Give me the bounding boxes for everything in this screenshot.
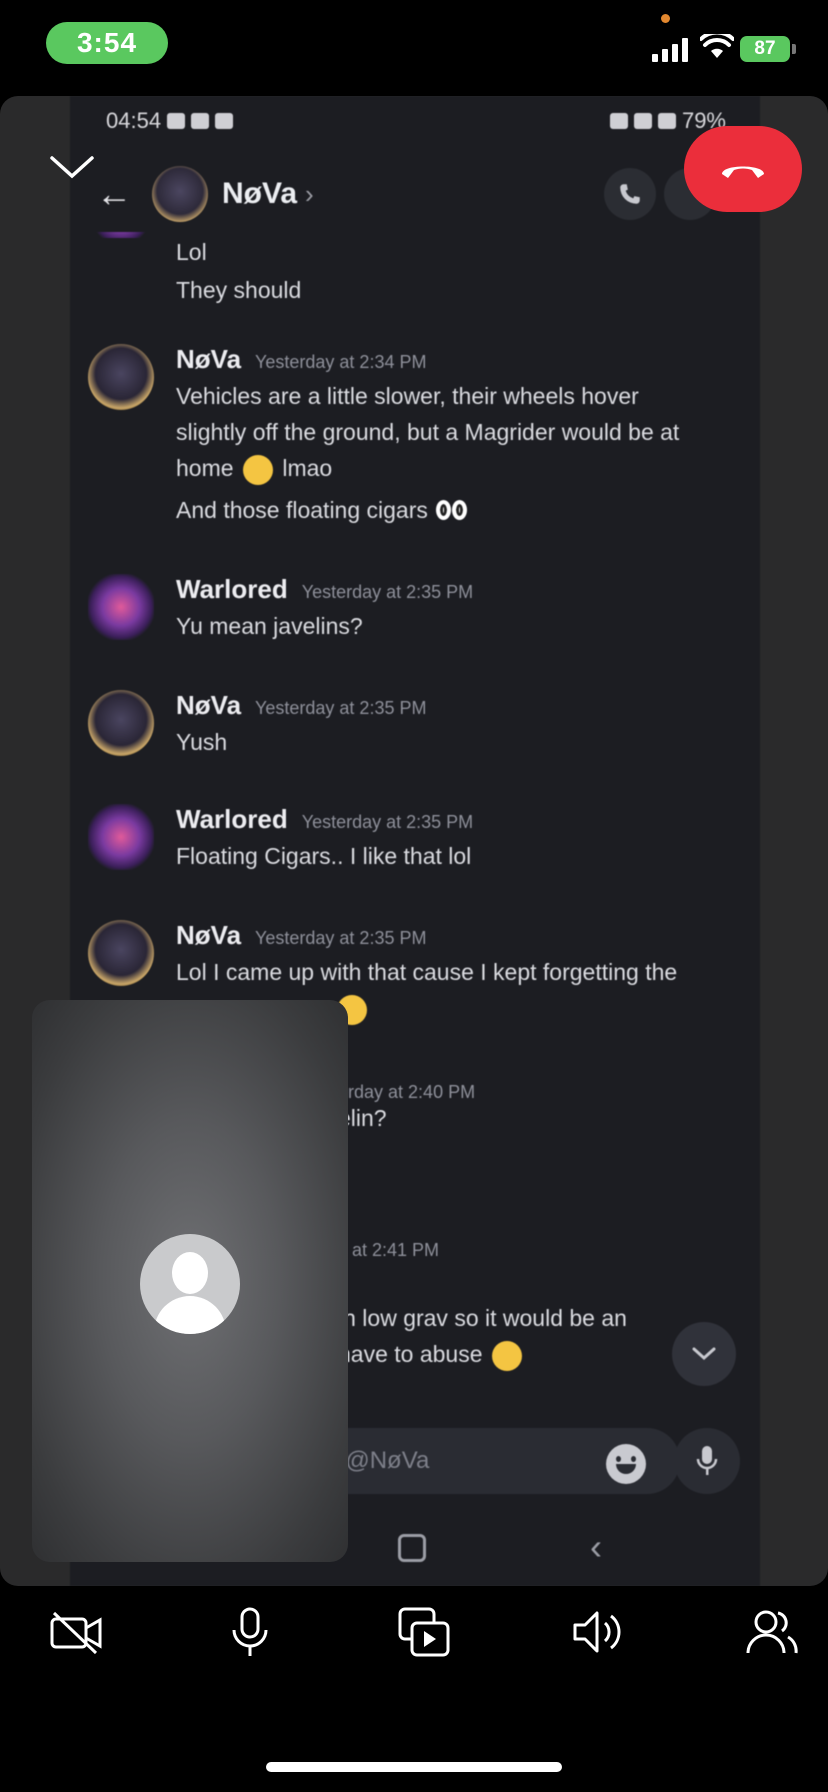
share-screen-icon[interactable] [394,1602,454,1662]
chevron-down-icon[interactable] [48,150,96,186]
scroll-to-bottom-button[interactable] [672,1322,736,1386]
message-header: Warlored Yesterday at 2:35 PM [176,574,473,605]
mute-icon [633,113,652,129]
avatar[interactable] [88,690,154,756]
emoji-icon[interactable] [606,1444,646,1484]
youtube-notification-icon [215,113,234,129]
message-header: NøVa Yesterday at 2:35 PM [176,690,426,721]
nav-back-icon[interactable]: ‹ [590,1526,602,1568]
message-text: Lol I came up with that cause I kept for… [176,959,678,985]
message-text: They should [176,277,302,303]
cellular-signal-icon [652,38,688,62]
message-text: Vehicles are a little slower, their whee… [176,383,639,409]
eyes-emoji-icon [436,494,468,530]
message-timestamp: Yesterday at 2:35 PM [255,698,427,718]
ios-status-bar: 3:54 87 [0,0,828,96]
camera-off-icon[interactable] [46,1602,106,1662]
message-text: have to abuse [338,1341,483,1367]
self-camera-view[interactable] [32,1000,348,1562]
android-time: 04:54 [106,108,162,133]
message-author[interactable]: Warlored [176,574,288,605]
avatar[interactable] [88,232,154,238]
message-text-line: And those floating cigars [176,492,468,530]
participants-icon[interactable] [742,1602,802,1662]
end-call-button[interactable] [684,126,802,212]
contact-name[interactable]: NøVa [222,177,297,211]
message-author[interactable]: Warlored [176,804,288,835]
chevron-right-icon[interactable]: › [305,179,314,210]
home-indicator[interactable] [266,1762,562,1772]
message-timestamp: Yesterday at 2:34 PM [255,352,427,372]
speaker-icon[interactable] [568,1602,628,1662]
message-text: home [176,455,234,481]
message-header: Warlored Yesterday at 2:35 PM [176,804,473,835]
avatar[interactable] [88,920,154,986]
message-text: Yu mean javelins? [176,613,363,639]
chat-notification-icon [167,113,186,129]
microphone-icon[interactable] [220,1602,280,1662]
message-author[interactable]: NøVa [176,344,241,375]
alarm-icon [609,113,628,129]
message-text: Yush [176,729,228,755]
grinning-emoji-icon [491,1340,522,1371]
call-controls-bar [0,1586,828,1676]
contact-avatar[interactable] [152,166,208,222]
message-text: And those floating cigars [176,497,428,523]
avatar[interactable] [88,804,154,870]
message-text: Lol [176,239,207,265]
message-author[interactable]: NøVa [176,920,241,951]
back-arrow-icon[interactable]: ← [96,173,132,215]
message-text: in low grav so it would be an [338,1305,627,1331]
hang-up-icon [722,166,764,178]
message-header: NøVa Yesterday at 2:35 PM [176,920,426,951]
message-text-line: have to abuse [338,1336,525,1372]
battery-level: 87 [754,38,776,59]
message-text-line: home lmao [176,450,332,486]
battery-icon: 87 [740,36,796,62]
message-author[interactable]: NøVa [176,690,241,721]
avatar[interactable] [88,344,154,410]
message-text: slightly off the ground, but a Magrider … [176,419,680,445]
phone-call-icon[interactable] [604,168,656,220]
avatar[interactable] [88,574,154,640]
message-text: Floating Cigars.. I like that lol [176,843,472,869]
message-timestamp: Yesterday at 2:35 PM [301,812,474,832]
microphone-button[interactable] [674,1428,740,1494]
notification-icon [191,113,210,129]
message-timestamp: y at 2:41 PM [338,1240,440,1260]
android-status-bar: 04:54 79% [106,106,726,136]
message-text: lmao [282,455,333,481]
camera-indicator-dot [661,14,670,23]
signal-icon [657,113,676,129]
message-timestamp: Yesterday at 2:35 PM [301,582,474,602]
self-avatar-placeholder [140,1234,240,1334]
message-header: NøVa Yesterday at 2:34 PM [176,344,426,375]
home-square-icon[interactable] [398,1534,426,1562]
message-timestamp: Yesterday at 2:35 PM [255,928,427,948]
chat-header: ← NøVa › [70,154,760,234]
grinning-emoji-icon [242,454,273,485]
wifi-icon [700,34,734,58]
status-time[interactable]: 3:54 [46,22,168,64]
